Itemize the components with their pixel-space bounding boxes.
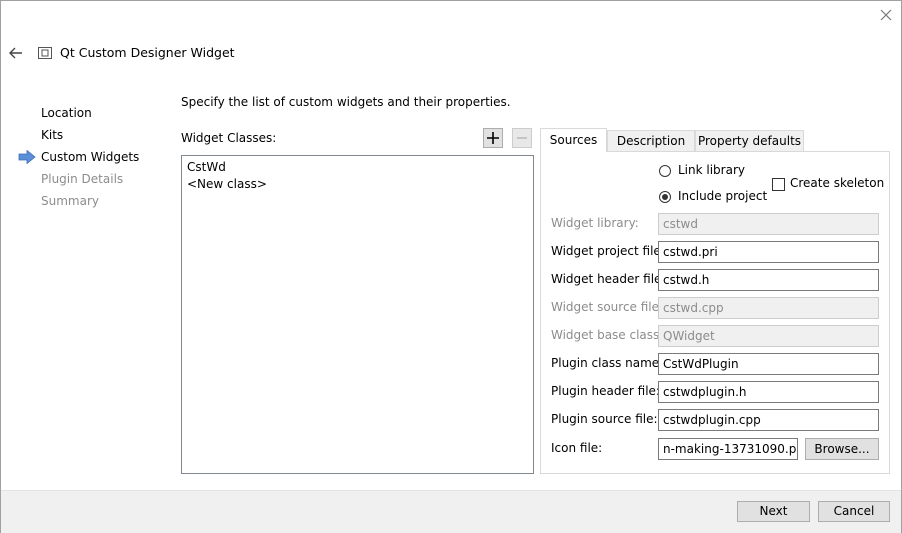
minus-icon [517, 137, 527, 139]
link-library-label: Link library [678, 163, 745, 177]
widget-source-file-field: cstwd.cpp [658, 297, 879, 319]
include-project-label: Include project [678, 189, 768, 203]
widget-base-class-field: QWidget [658, 325, 879, 347]
plugin-class-name-label: Plugin class name: [551, 356, 664, 370]
widget-base-class-label: Widget base class: [551, 328, 664, 342]
widget-project-file-label: Widget project file: [551, 244, 665, 258]
step-label: Custom Widgets [41, 150, 140, 164]
widget-header-file-field[interactable]: cstwd.h [658, 269, 879, 291]
plugin-header-file-label: Plugin header file: [551, 384, 660, 398]
tab-description[interactable]: Description [607, 130, 695, 151]
plugin-header-file-field[interactable]: cstwdplugin.h [658, 381, 879, 403]
dialog-title: Qt Custom Designer Widget [60, 45, 235, 60]
create-skeleton-label: Create skeleton [790, 176, 885, 190]
step-plugin-details: Plugin Details [41, 172, 124, 186]
plus-icon [487, 132, 499, 144]
widget-library-field: cstwd [658, 213, 879, 235]
current-step-arrow-icon [18, 149, 36, 165]
widget-source-file-label: Widget source file: [551, 300, 664, 314]
list-item[interactable]: <New class> [187, 176, 528, 193]
widget-classes-label: Widget Classes: [181, 131, 277, 145]
icon-file-label: Icon file: [551, 441, 603, 455]
qt-project-icon [38, 47, 52, 59]
next-button[interactable]: Next [737, 501, 810, 522]
plugin-source-file-label: Plugin source file: [551, 412, 658, 426]
widget-library-label: Widget library: [551, 216, 639, 230]
cancel-button[interactable]: Cancel [818, 501, 890, 522]
tab-sources[interactable]: Sources [540, 128, 607, 152]
add-class-button[interactable] [483, 128, 503, 148]
widget-classes-list[interactable]: CstWd <New class> [181, 155, 534, 474]
step-summary: Summary [41, 194, 99, 208]
step-custom-widgets: Custom Widgets [18, 148, 139, 170]
step-location: Location [41, 106, 92, 120]
list-item[interactable]: CstWd [187, 159, 528, 176]
intro-text: Specify the list of custom widgets and t… [181, 95, 511, 109]
wizard-steps: Location Kits Custom Widgets Plugin Deta… [18, 104, 139, 214]
close-icon[interactable] [877, 6, 895, 24]
tab-property-defaults[interactable]: Property defaults [695, 130, 804, 151]
include-project-radio[interactable] [659, 191, 671, 203]
step-kits: Kits [41, 128, 64, 142]
widget-project-file-field[interactable]: cstwd.pri [658, 241, 879, 263]
plugin-class-name-field[interactable]: CstWdPlugin [658, 353, 879, 375]
link-library-radio[interactable] [659, 165, 671, 177]
plugin-source-file-field[interactable]: cstwdplugin.cpp [658, 409, 879, 431]
remove-class-button[interactable] [512, 128, 532, 148]
icon-file-field[interactable]: n-making-13731090.png [658, 438, 798, 460]
back-arrow-icon[interactable] [7, 44, 25, 62]
browse-button[interactable]: Browse... [805, 438, 879, 460]
widget-header-file-label: Widget header file: [551, 272, 666, 286]
create-skeleton-checkbox[interactable] [772, 178, 785, 191]
